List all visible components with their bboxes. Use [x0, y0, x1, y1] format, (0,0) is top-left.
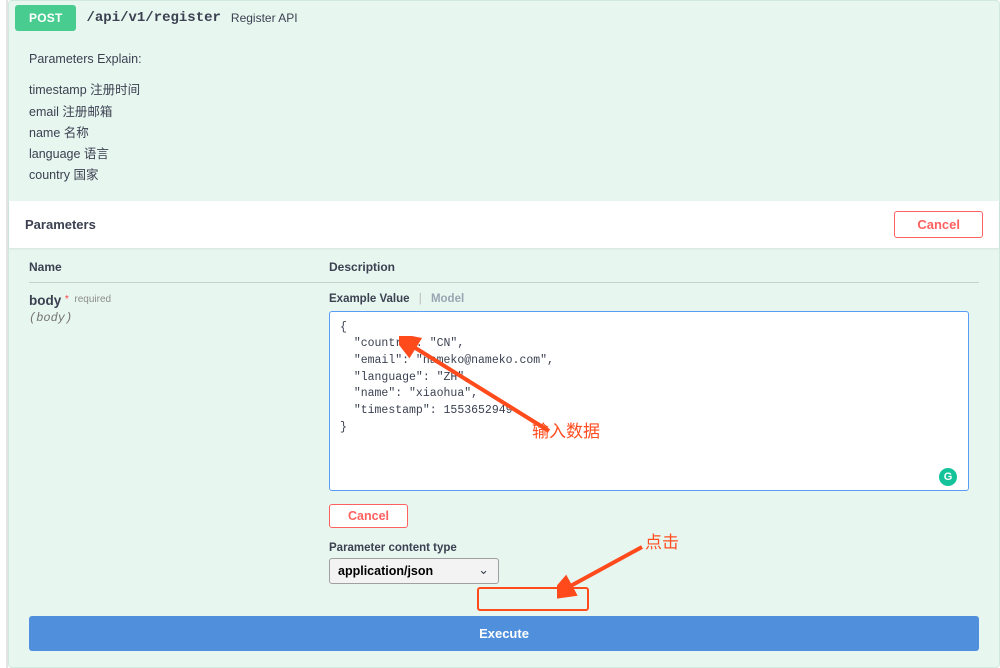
- http-method-badge: POST: [15, 5, 76, 31]
- notes-line: country 国家: [29, 165, 979, 186]
- grammarly-icon: G: [939, 468, 957, 486]
- notes-line: email 注册邮箱: [29, 102, 979, 123]
- content-type-select[interactable]: application/json: [329, 558, 499, 584]
- body-json-input[interactable]: [329, 311, 969, 491]
- operation-summary-row[interactable]: POST /api/v1/register Register API: [9, 1, 999, 35]
- operation-notes: Parameters Explain: timestamp 注册时间 email…: [9, 35, 999, 201]
- notes-title: Parameters Explain:: [29, 49, 979, 70]
- tab-separator: |: [419, 293, 422, 305]
- notes-line: name 名称: [29, 123, 979, 144]
- body-tabs: Example Value | Model: [329, 293, 979, 305]
- required-label: required: [74, 294, 111, 305]
- content-type-label: Parameter content type: [329, 542, 979, 554]
- notes-line: language 语言: [29, 144, 979, 165]
- cancel-tryout-button[interactable]: Cancel: [894, 211, 983, 238]
- endpoint-summary: Register API: [231, 11, 298, 25]
- cancel-body-button[interactable]: Cancel: [329, 504, 408, 528]
- table-row: body * required (body) Example Value | M…: [29, 283, 979, 584]
- parameters-header: Parameters Cancel: [9, 201, 999, 248]
- parameters-title: Parameters: [25, 217, 96, 232]
- tab-example-value[interactable]: Example Value: [329, 293, 410, 305]
- col-header-name: Name: [29, 260, 329, 274]
- param-desc-cell: Example Value | Model G Cancel Parameter…: [329, 293, 979, 584]
- table-header: Name Description: [29, 260, 979, 283]
- param-name-cell: body * required (body): [29, 293, 329, 584]
- notes-line: timestamp 注册时间: [29, 80, 979, 101]
- endpoint-path: /api/v1/register: [86, 10, 220, 26]
- parameters-table: Name Description body * required (body) …: [9, 248, 999, 592]
- execute-button[interactable]: Execute: [29, 616, 979, 651]
- col-header-description: Description: [329, 260, 979, 274]
- required-star-icon: *: [65, 294, 69, 305]
- operation-block: POST /api/v1/register Register API Param…: [8, 0, 1000, 668]
- param-name: body: [29, 293, 61, 308]
- param-in: (body): [29, 311, 329, 325]
- tab-model[interactable]: Model: [431, 293, 464, 305]
